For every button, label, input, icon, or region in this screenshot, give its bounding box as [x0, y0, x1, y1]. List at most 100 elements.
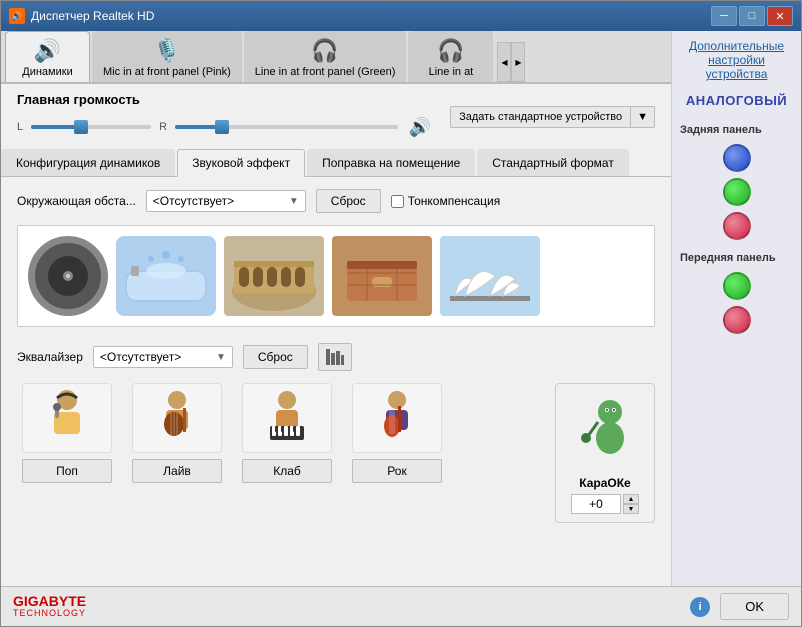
close-button[interactable]: ✕ — [767, 6, 793, 26]
karaoke-down-button[interactable]: ▼ — [623, 504, 639, 514]
eq-chevron-icon: ▼ — [216, 352, 226, 363]
pop-button[interactable]: Поп — [22, 459, 112, 483]
tone-compensation-checkbox[interactable] — [391, 195, 404, 208]
preset-disk[interactable] — [28, 236, 108, 316]
main-window: 🔊 Диспетчер Realtek HD ─ □ ✕ 🔊 Динамики … — [0, 0, 802, 627]
device-tab-dynamics-label: Динамики — [22, 66, 72, 78]
main-content: 🔊 Динамики 🎙️ Mic in at front panel (Pin… — [1, 31, 801, 586]
tab-sound-effect[interactable]: Звуковой эффект — [177, 149, 305, 177]
std-device-dropdown[interactable]: ▼ — [630, 106, 655, 128]
chevron-down-icon: ▼ — [289, 196, 299, 207]
rear-panel-label: Задняя панель — [680, 124, 762, 136]
ok-button[interactable]: OK — [720, 593, 789, 620]
device-tab-dynamics[interactable]: 🔊 Динамики — [5, 31, 90, 82]
preset-bath-img — [116, 236, 216, 316]
line-in-icon: 🎧 — [437, 38, 464, 64]
device-tab-line-front-label: Line in at front panel (Green) — [255, 66, 396, 78]
volume-icon[interactable]: 🔊 — [406, 113, 434, 141]
volume-slider[interactable] — [31, 125, 151, 129]
rear-dot-green[interactable] — [723, 178, 751, 206]
device-tab-line-front[interactable]: 🎧 Line in at front panel (Green) — [244, 31, 407, 82]
tab-config[interactable]: Конфигурация динамиков — [1, 149, 175, 176]
env-select[interactable]: <Отсутствует> ▼ — [146, 190, 306, 212]
eq-and-karaoke: Поп — [17, 383, 655, 523]
front-panel-label: Передняя панель — [680, 252, 776, 264]
scroll-left-button[interactable]: ◀ — [497, 42, 511, 82]
tone-compensation-label: Тонкомпенсация — [408, 194, 501, 208]
vol-left-label: L — [17, 121, 23, 133]
device-tab-mic-front-label: Mic in at front panel (Pink) — [103, 66, 231, 78]
brand-name: GIGABYTE — [13, 594, 86, 609]
volume-block: Главная громкость L R 🔊 — [17, 92, 434, 141]
sound-effect-content: Окружающая обста... <Отсутствует> ▼ Сбро… — [1, 177, 671, 586]
scroll-right-button[interactable]: ▶ — [511, 42, 525, 82]
front-dot-green[interactable] — [723, 272, 751, 300]
eq-label: Эквалайзер — [17, 350, 83, 364]
minimize-button[interactable]: ─ — [711, 6, 737, 26]
karaoke-spinner: ▲ ▼ — [623, 494, 639, 514]
preset-chest-img — [332, 236, 432, 316]
env-label: Окружающая обста... — [17, 194, 136, 208]
live-icon — [132, 383, 222, 453]
window-controls: ─ □ ✕ — [711, 6, 793, 26]
line-front-icon: 🎧 — [311, 38, 338, 64]
env-row: Окружающая обста... <Отсутствует> ▼ Сбро… — [17, 189, 655, 213]
karaoke-up-button[interactable]: ▲ — [623, 494, 639, 504]
rear-dot-blue[interactable] — [723, 144, 751, 172]
preset-bath[interactable] — [116, 236, 216, 316]
karaoke-label: КараОКе — [579, 476, 630, 490]
info-button[interactable]: i — [690, 597, 710, 617]
eq-reset-button[interactable]: Сброс — [243, 345, 308, 369]
device-tab-mic-front[interactable]: 🎙️ Mic in at front panel (Pink) — [92, 31, 242, 82]
tab-room[interactable]: Поправка на помещение — [307, 149, 475, 176]
tab-format[interactable]: Стандартный формат — [477, 149, 629, 176]
left-panel: 🔊 Динамики 🎙️ Mic in at front panel (Pin… — [1, 31, 671, 586]
right-panel: Дополнительные настройки устройства АНАЛ… — [671, 31, 801, 586]
additional-settings-link[interactable]: Дополнительные настройки устройства — [680, 39, 793, 81]
env-select-value: <Отсутствует> — [153, 194, 234, 208]
eq-select[interactable]: <Отсутствует> ▼ — [93, 346, 233, 368]
preset-opera-img — [440, 236, 540, 316]
eq-presets-block: Поп — [17, 383, 539, 523]
mic-front-icon: 🎙️ — [153, 38, 180, 64]
app-icon: 🔊 — [9, 8, 25, 24]
eq-grid-button[interactable] — [318, 343, 352, 371]
preset-colosseum-img — [224, 236, 324, 316]
maximize-button[interactable]: □ — [739, 6, 765, 26]
env-reset-button[interactable]: Сброс — [316, 189, 381, 213]
eq-preset-rock: Рок — [347, 383, 447, 483]
eq-preset-club: Клаб — [237, 383, 337, 483]
rock-icon — [352, 383, 442, 453]
preset-opera[interactable] — [440, 236, 540, 316]
club-icon — [242, 383, 332, 453]
sub-tabs: Конфигурация динамиков Звуковой эффект П… — [1, 149, 671, 177]
std-device-container: Задать стандартное устройство ▼ — [450, 106, 655, 128]
live-button[interactable]: Лайв — [132, 459, 222, 483]
eq-presets: Поп — [17, 383, 539, 483]
tab-scroll-controls: ◀ ▶ — [497, 42, 525, 82]
bottom-bar: GIGABYTE TECHNOLOGY i OK — [1, 586, 801, 626]
volume-row: L R 🔊 — [17, 113, 434, 141]
karaoke-value: +0 — [571, 494, 621, 514]
env-presets — [17, 225, 655, 327]
volume-slider-right[interactable] — [175, 125, 398, 129]
eq-preset-pop: Поп — [17, 383, 117, 483]
front-dot-pink[interactable] — [723, 306, 751, 334]
rock-button[interactable]: Рок — [352, 459, 442, 483]
preset-colosseum[interactable] — [224, 236, 324, 316]
device-tabs: 🔊 Динамики 🎙️ Mic in at front panel (Pin… — [1, 31, 671, 84]
dynamics-icon: 🔊 — [34, 38, 61, 64]
std-device-button[interactable]: Задать стандартное устройство — [450, 106, 630, 128]
vol-right-label: R — [159, 121, 167, 133]
window-title: Диспетчер Realtek HD — [31, 9, 154, 23]
club-button[interactable]: Клаб — [242, 459, 332, 483]
device-tab-line-in[interactable]: 🎧 Line in at — [408, 31, 493, 82]
analog-title: АНАЛОГОВЫЙ — [686, 93, 787, 108]
volume-label: Главная громкость — [17, 92, 434, 107]
rear-dot-pink[interactable] — [723, 212, 751, 240]
pop-icon — [22, 383, 112, 453]
karaoke-box: КараОКе +0 ▲ ▼ — [555, 383, 655, 523]
preset-chest[interactable] — [332, 236, 432, 316]
karaoke-icon — [570, 392, 640, 472]
preset-disk-img — [28, 236, 108, 316]
